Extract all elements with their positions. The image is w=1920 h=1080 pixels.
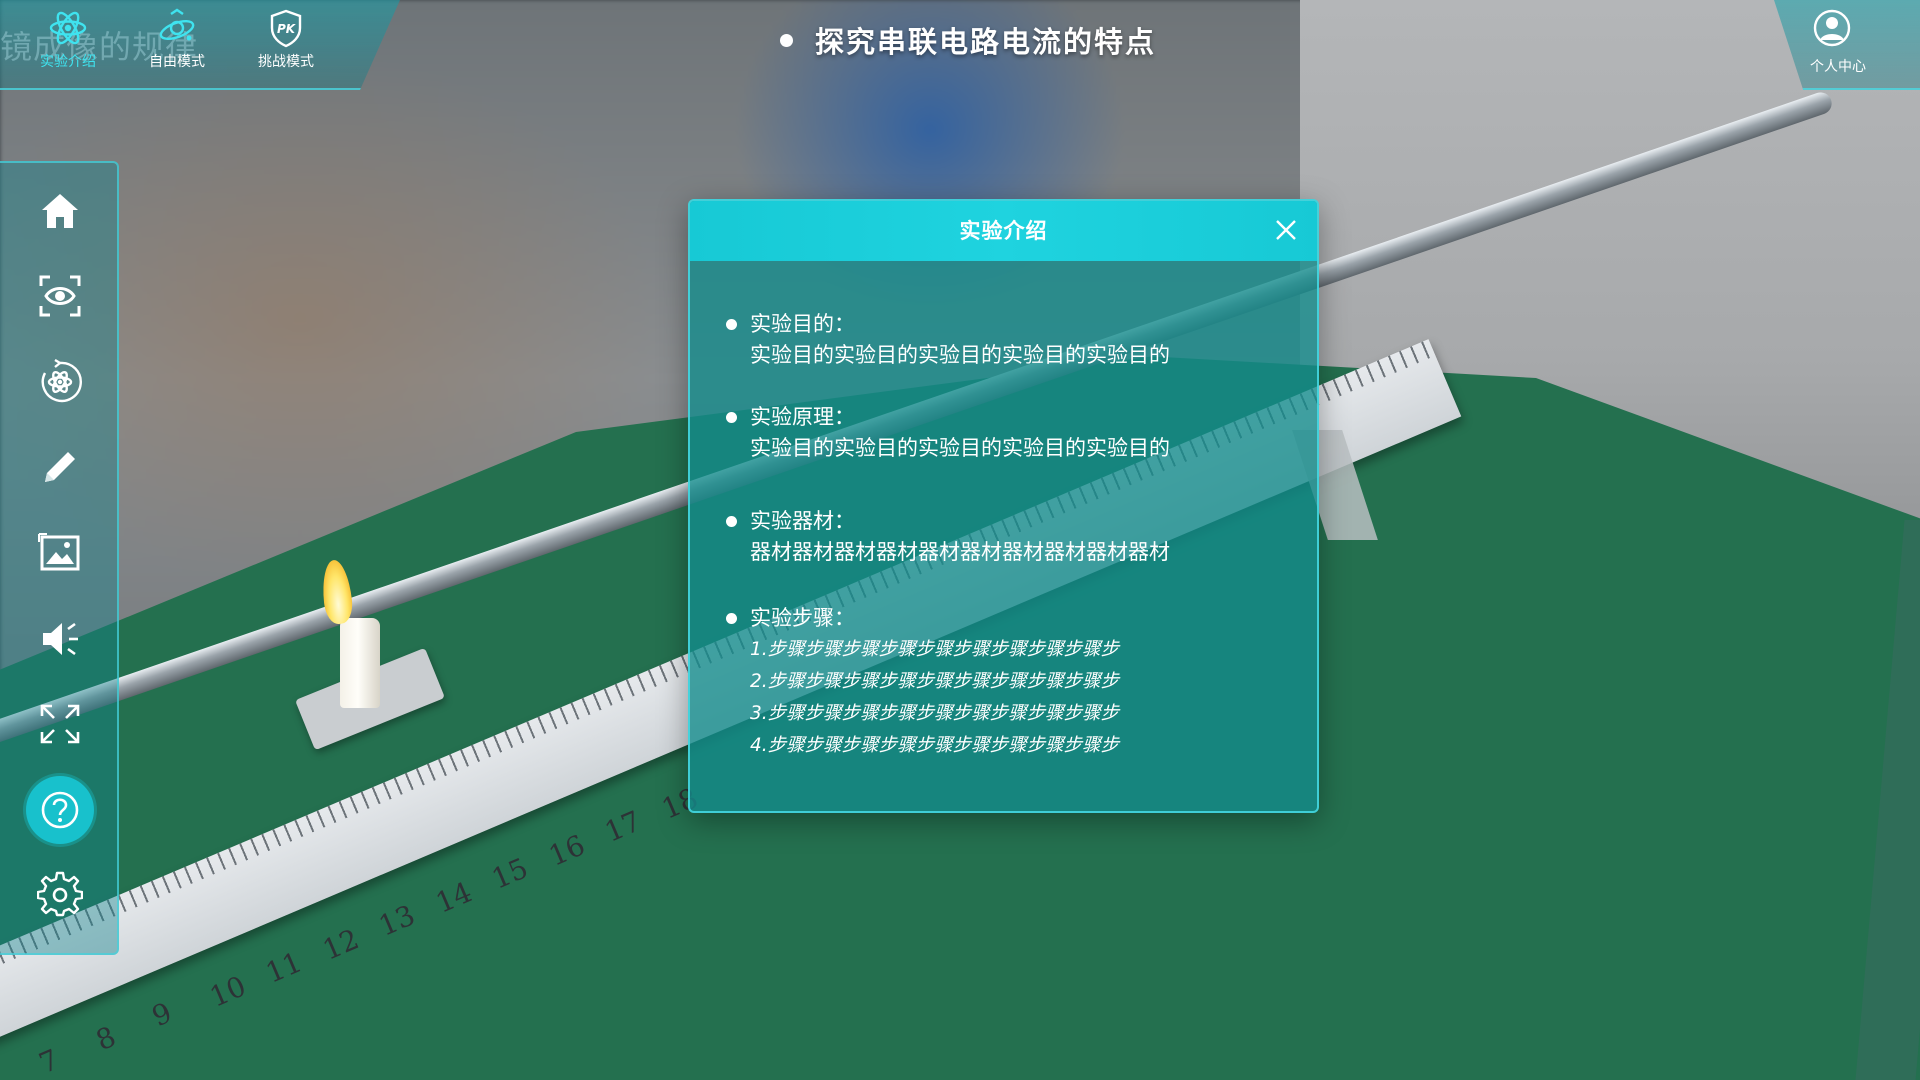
image-icon [38, 533, 80, 571]
svg-text:PK: PK [277, 22, 297, 36]
section-text: 实验目的实验目的实验目的实验目的实验目的 [750, 343, 1170, 367]
dialog-header: 实验介绍 [690, 201, 1317, 261]
section-heading: 实验步骤： [750, 606, 855, 630]
pk-shield-icon: PK [270, 9, 302, 48]
screenshot-button[interactable] [24, 517, 96, 589]
fullscreen-button[interactable] [24, 688, 96, 760]
section-bullet [726, 319, 737, 330]
tool-sidebar [0, 161, 119, 955]
tab-challenge-mode[interactable]: PK 挑战模式 [236, 6, 336, 82]
home-icon [42, 194, 78, 228]
section-text: 器材器材器材器材器材器材器材器材器材器材 [750, 540, 1170, 564]
title-bullet [780, 33, 793, 47]
user-icon [1813, 9, 1851, 47]
tab-free-mode[interactable]: 自由模式 [127, 6, 227, 82]
tab-label: 挑战模式 [258, 54, 314, 70]
experiment-intro-dialog: 实验介绍 实验目的： 实验目的实验目的实验目的实验目的实验目的 实验原理： 实验… [688, 199, 1319, 813]
section-bullet [726, 516, 737, 527]
sound-button[interactable] [24, 603, 96, 675]
mode-tabs-panel: 镜成像的规律 实验介绍 自由模式 PK 挑战模式 [0, 0, 400, 90]
step-item: 2.步骤步骤步骤步骤步骤步骤步骤步骤步骤步 [750, 671, 1120, 692]
atom-rotate-icon [41, 359, 82, 403]
tab-label: 自由模式 [149, 54, 205, 70]
tab-label: 实验介绍 [40, 54, 96, 70]
section-bullet [726, 412, 737, 423]
section-bullet [726, 613, 737, 624]
pencil-icon [45, 452, 75, 482]
home-button[interactable] [24, 175, 96, 247]
dialog-body: 实验目的： 实验目的实验目的实验目的实验目的实验目的 实验原理： 实验目的实验目… [690, 261, 1317, 811]
candle[interactable] [340, 618, 380, 708]
close-icon[interactable] [1273, 217, 1299, 243]
reset-button[interactable] [24, 346, 96, 418]
gear-icon [37, 871, 83, 917]
section-heading: 实验器材： [750, 509, 855, 533]
page-title-text: 探究串联电路电流的特点 [815, 25, 1157, 59]
section-equipment: 实验器材： 器材器材器材器材器材器材器材器材器材器材 [726, 506, 1297, 568]
atom-icon [49, 11, 87, 45]
section-text: 实验目的实验目的实验目的实验目的实验目的 [750, 436, 1170, 460]
draw-button[interactable] [24, 431, 96, 503]
section-heading: 实验目的： [750, 312, 855, 336]
section-principle: 实验原理： 实验目的实验目的实验目的实验目的实验目的 [726, 402, 1297, 464]
section-purpose: 实验目的： 实验目的实验目的实验目的实验目的实验目的 [726, 309, 1297, 371]
step-item: 1.步骤步骤步骤步骤步骤步骤步骤步骤步骤步 [750, 639, 1120, 660]
fullscreen-icon [40, 704, 80, 744]
section-heading: 实验原理： [750, 405, 855, 429]
section-steps: 实验步骤： 1.步骤步骤步骤步骤步骤步骤步骤步骤步骤步 2.步骤步骤步骤步骤步骤… [726, 603, 1297, 762]
page-title: 探究串联电路电流的特点 [780, 18, 1156, 62]
help-button[interactable] [26, 776, 94, 844]
settings-button[interactable] [24, 858, 96, 930]
help-icon [41, 791, 79, 829]
profile-label: 个人中心 [1810, 59, 1866, 75]
dialog-title: 实验介绍 [959, 219, 1048, 243]
speaker-icon [43, 622, 78, 656]
step-item: 3.步骤步骤步骤步骤步骤步骤步骤步骤步骤步 [750, 703, 1120, 724]
tab-experiment-intro[interactable]: 实验介绍 [18, 6, 118, 82]
eye-focus-icon [39, 275, 81, 317]
step-item: 4.步骤步骤步骤步骤步骤步骤步骤步骤步骤步 [750, 735, 1120, 756]
orbit-icon [159, 8, 195, 41]
view-button[interactable] [24, 260, 96, 332]
